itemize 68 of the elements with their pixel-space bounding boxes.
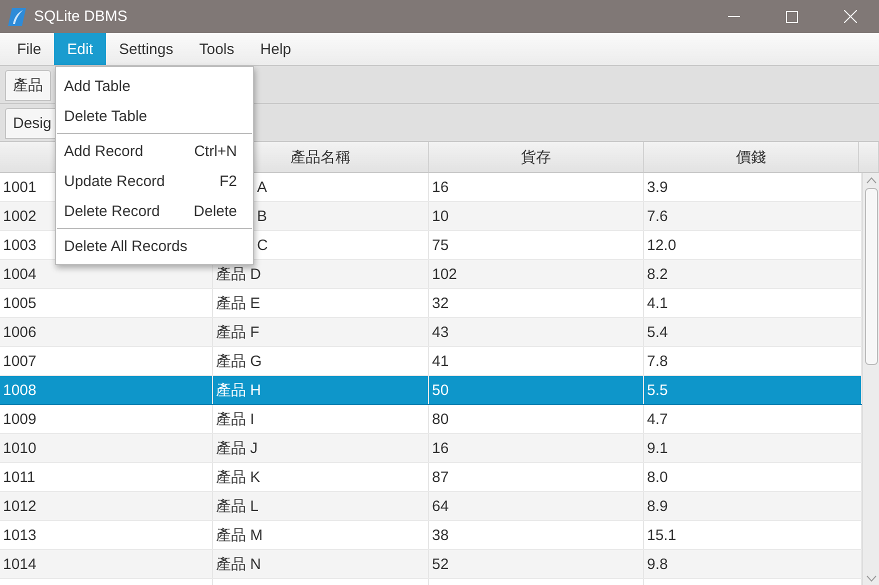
shortcut-label: F2 bbox=[219, 172, 237, 190]
table-row[interactable]: 1006 產品 F 43 5.4 bbox=[0, 318, 862, 347]
table-cell: 產品 J bbox=[213, 434, 429, 462]
table-cell: 產品 L bbox=[213, 492, 429, 520]
table-cell: 產品 K bbox=[213, 463, 429, 491]
menu-item-label: Add Record bbox=[64, 142, 144, 160]
menu-item[interactable]: Tools bbox=[186, 33, 248, 65]
column-header[interactable]: 價錢 bbox=[644, 142, 859, 172]
table-cell: 32 bbox=[429, 289, 644, 317]
menu-item-label: Add Table bbox=[64, 78, 130, 94]
menu-item-label: Delete All Records bbox=[64, 238, 188, 254]
window-title: SQLite DBMS bbox=[34, 8, 128, 25]
table-cell: 產品 H bbox=[213, 376, 429, 404]
table-row[interactable]: 1012 產品 L 64 8.9 bbox=[0, 492, 862, 521]
table-cell: 10 bbox=[429, 202, 644, 230]
table-cell: 102 bbox=[429, 260, 644, 288]
table-row[interactable]: 1014 產品 N 52 9.8 bbox=[0, 550, 862, 579]
scroll-down-icon[interactable] bbox=[866, 575, 876, 582]
table-cell: 產品 M bbox=[213, 521, 429, 549]
close-icon bbox=[844, 10, 856, 23]
menu-item-label: Delete Record bbox=[64, 202, 160, 220]
menu-item[interactable]: Add Table bbox=[56, 71, 253, 101]
table-cell: 1010 bbox=[0, 434, 213, 462]
table-cell: 產品 F bbox=[213, 318, 429, 346]
menu-item-label: Delete Table bbox=[64, 108, 148, 124]
tab[interactable]: 產品 bbox=[5, 70, 51, 101]
menu-item-label: Update Record bbox=[64, 172, 165, 190]
table-cell: 1009 bbox=[0, 405, 213, 433]
column-header[interactable]: 貨存 bbox=[429, 142, 644, 172]
scrollbar-thumb[interactable] bbox=[864, 188, 878, 365]
menu-item[interactable]: File bbox=[4, 33, 54, 65]
table-cell: 16 bbox=[429, 173, 644, 201]
table-row[interactable]: 1005 產品 E 32 4.1 bbox=[0, 289, 862, 318]
table-cell: 52 bbox=[429, 550, 644, 578]
table-cell: 87 bbox=[429, 463, 644, 491]
table-cell: 1014 bbox=[0, 550, 213, 578]
menu-item[interactable]: Settings bbox=[106, 33, 186, 65]
table-cell: 1005 bbox=[0, 289, 213, 317]
table-cell: 1006 bbox=[0, 318, 213, 346]
table-cell: 1013 bbox=[0, 521, 213, 549]
table-cell: 38 bbox=[429, 521, 644, 549]
table-cell: 產品 E bbox=[213, 289, 429, 317]
table-cell: 1012 bbox=[0, 492, 213, 520]
table-cell: 產品 G bbox=[213, 347, 429, 375]
table-cell: 41 bbox=[429, 347, 644, 375]
table-cell: 1011 bbox=[0, 463, 213, 491]
table-row[interactable]: 1004 產品 D 102 8.2 bbox=[0, 260, 862, 289]
table-row[interactable]: 1013 產品 M 38 15.1 bbox=[0, 521, 862, 550]
table-cell: 1007 bbox=[0, 347, 213, 375]
minimize-icon bbox=[728, 16, 740, 17]
table-cell: 75 bbox=[429, 231, 644, 259]
table-row[interactable]: 1010 產品 J 16 9.1 bbox=[0, 434, 862, 463]
table-cell: 16 bbox=[429, 434, 644, 462]
table-row[interactable]: 1009 產品 I 80 4.7 bbox=[0, 405, 862, 434]
table-cell: 產品 N bbox=[213, 550, 429, 578]
table-cell: 50 bbox=[429, 376, 644, 404]
maximize-icon bbox=[786, 10, 798, 22]
scrollbar[interactable] bbox=[862, 173, 879, 585]
table-cell: 產品 I bbox=[213, 405, 429, 433]
scroll-up-icon[interactable] bbox=[866, 177, 876, 184]
table-row[interactable]: 1011 產品 K 87 8.0 bbox=[0, 463, 862, 492]
table-cell: 1008 bbox=[0, 376, 213, 404]
menu-item[interactable]: Help bbox=[247, 33, 304, 65]
table-cell: 43 bbox=[429, 318, 644, 346]
app-icon bbox=[7, 6, 27, 26]
table-row[interactable]: 1007 產品 G 41 7.8 bbox=[0, 347, 862, 376]
table-cell: 80 bbox=[429, 405, 644, 433]
table-cell: 64 bbox=[429, 492, 644, 520]
